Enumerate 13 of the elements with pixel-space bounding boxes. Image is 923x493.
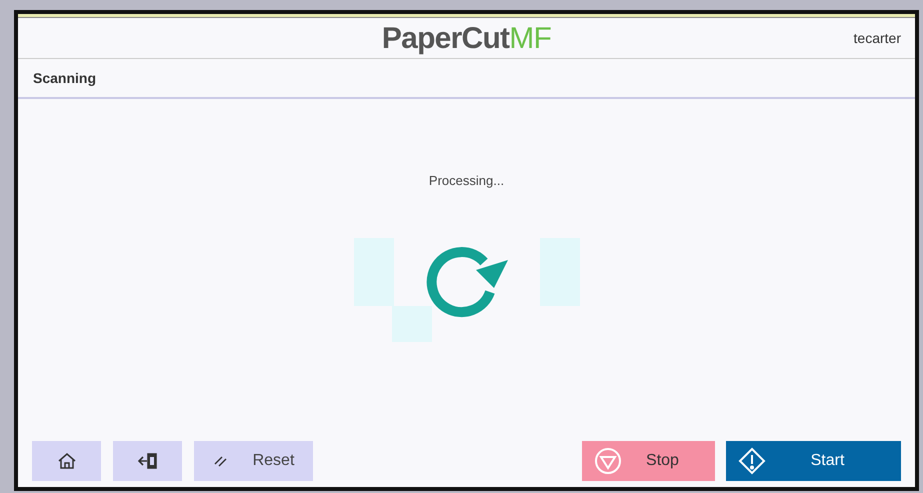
start-button[interactable]: Start [726,441,901,481]
username: tecarter [854,29,901,48]
papercut-logo: PaperCutMF [382,20,552,56]
reset-button[interactable]: Reset [194,441,313,481]
home-icon [56,451,76,471]
start-icon [738,447,766,475]
page-title: Scanning [33,68,96,88]
home-button[interactable] [32,441,101,481]
status-message: Processing... [428,172,504,190]
stop-icon [594,447,622,475]
logout-icon [138,451,158,471]
stop-button[interactable]: Stop [582,441,715,481]
logout-button[interactable] [113,441,182,481]
